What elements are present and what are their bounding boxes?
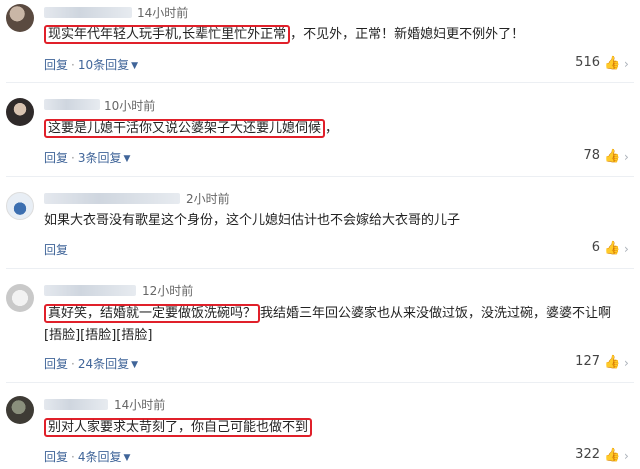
divider <box>6 176 634 177</box>
replies-toggle[interactable]: 24条回复 ▼ <box>78 357 138 371</box>
divider <box>6 268 634 269</box>
reply-button[interactable]: 回复 <box>44 58 68 72</box>
comment-text: 如果大衣哥没有歌星这个身份，这个儿媳妇估计也不会嫁给大衣哥的儿子 <box>44 213 461 228</box>
timestamp: 14小时前 <box>137 6 189 20</box>
comment-actions: 回复 <box>44 241 68 258</box>
like-count: 127 <box>575 354 600 369</box>
replies-count: 24条回复 <box>77 357 130 371</box>
avatar[interactable] <box>6 4 34 32</box>
reply-button[interactable]: 回复 <box>44 450 68 464</box>
reply-button[interactable]: 回复 <box>44 357 68 371</box>
thumbs-up-icon[interactable]: 👍 <box>604 57 620 71</box>
comment-text: 现实年代年轻人玩手机,长辈忙里忙外正常 ，不见外，正常！新婚媳妇更不例外了！ <box>44 25 525 44</box>
chevron-right-icon[interactable]: › <box>624 357 636 369</box>
thumbs-up-icon[interactable]: 👍 <box>604 449 620 463</box>
chevron-down-icon: ▼ <box>131 360 139 370</box>
comment-text: 这要是儿媳干活你又说公婆架子大还要儿媳伺候， <box>44 119 339 138</box>
thumbs-up-icon[interactable]: 👍 <box>604 356 620 370</box>
chevron-down-icon: ▼ <box>123 453 131 463</box>
avatar[interactable] <box>6 284 34 312</box>
like-count: 78 <box>583 148 600 163</box>
like-count: 6 <box>591 240 600 255</box>
replies-count: 3条回复 <box>77 151 122 165</box>
username-blurred[interactable] <box>44 285 136 296</box>
username-blurred[interactable] <box>44 193 180 204</box>
timestamp: 12小时前 <box>142 284 194 298</box>
highlighted-text: 现实年代年轻人玩手机,长辈忙里忙外正常 <box>44 25 291 44</box>
replies-toggle[interactable]: 4条回复 ▼ <box>78 450 131 464</box>
comment-text-rest: ，不见外，正常！新婚媳妇更不例外了！ <box>290 27 525 42</box>
divider <box>6 82 634 83</box>
username-blurred[interactable] <box>44 399 108 410</box>
timestamp: 14小时前 <box>114 398 166 412</box>
comment-text-rest: ， <box>325 121 339 136</box>
username-blurred[interactable] <box>44 99 100 110</box>
separator: · <box>71 450 75 464</box>
highlighted-text: 真好笑，结婚就一定要做饭洗碗吗？ <box>44 304 261 323</box>
comment-text-rest: 我结婚三年回公婆家也从来没做过饭，没洗过碗，婆婆不让啊 <box>260 306 612 321</box>
reply-button[interactable]: 回复 <box>44 151 68 165</box>
chevron-down-icon: ▼ <box>131 61 139 71</box>
timestamp: 2小时前 <box>186 192 230 206</box>
comment-actions: 回复 · 3条回复 ▼ <box>44 149 130 166</box>
separator: · <box>71 357 75 371</box>
avatar[interactable] <box>6 192 34 220</box>
replies-count: 10条回复 <box>77 58 130 72</box>
like-count: 516 <box>575 55 600 70</box>
avatar[interactable] <box>6 396 34 424</box>
thumbs-up-icon[interactable]: 👍 <box>604 242 620 256</box>
chevron-right-icon[interactable]: › <box>624 243 636 255</box>
replies-toggle[interactable]: 3条回复 ▼ <box>78 151 131 165</box>
comment-actions: 回复 · 4条回复 ▼ <box>44 448 130 465</box>
like-count: 322 <box>575 447 600 462</box>
separator: · <box>71 58 75 72</box>
comment-actions: 回复 · 10条回复 ▼ <box>44 56 138 73</box>
replies-toggle[interactable]: 10条回复 ▼ <box>78 58 138 72</box>
avatar[interactable] <box>6 98 34 126</box>
chevron-right-icon[interactable]: › <box>624 450 636 462</box>
replies-count: 4条回复 <box>77 450 122 464</box>
separator: · <box>71 151 75 165</box>
chevron-right-icon[interactable]: › <box>624 58 636 70</box>
comment-text: 别对人家要求太苛刻了，你自己可能也做不到 <box>44 418 313 437</box>
reply-button[interactable]: 回复 <box>44 243 68 257</box>
comment-actions: 回复 · 24条回复 ▼ <box>44 355 138 372</box>
highlighted-text: 这要是儿媳干活你又说公婆架子大还要儿媳伺候 <box>44 119 326 138</box>
comment-text: 真好笑，结婚就一定要做饭洗碗吗？ 我结婚三年回公婆家也从来没做过饭，没洗过碗，婆婆… <box>44 304 612 323</box>
chevron-right-icon[interactable]: › <box>624 151 636 163</box>
timestamp: 10小时前 <box>104 99 156 113</box>
username-blurred[interactable] <box>44 7 132 18</box>
divider <box>6 382 634 383</box>
comment-text-line2: [捂脸][捂脸][捂脸] <box>44 328 153 343</box>
chevron-down-icon: ▼ <box>123 154 131 164</box>
thumbs-up-icon[interactable]: 👍 <box>604 150 620 164</box>
highlighted-text: 别对人家要求太苛刻了，你自己可能也做不到 <box>44 418 313 437</box>
